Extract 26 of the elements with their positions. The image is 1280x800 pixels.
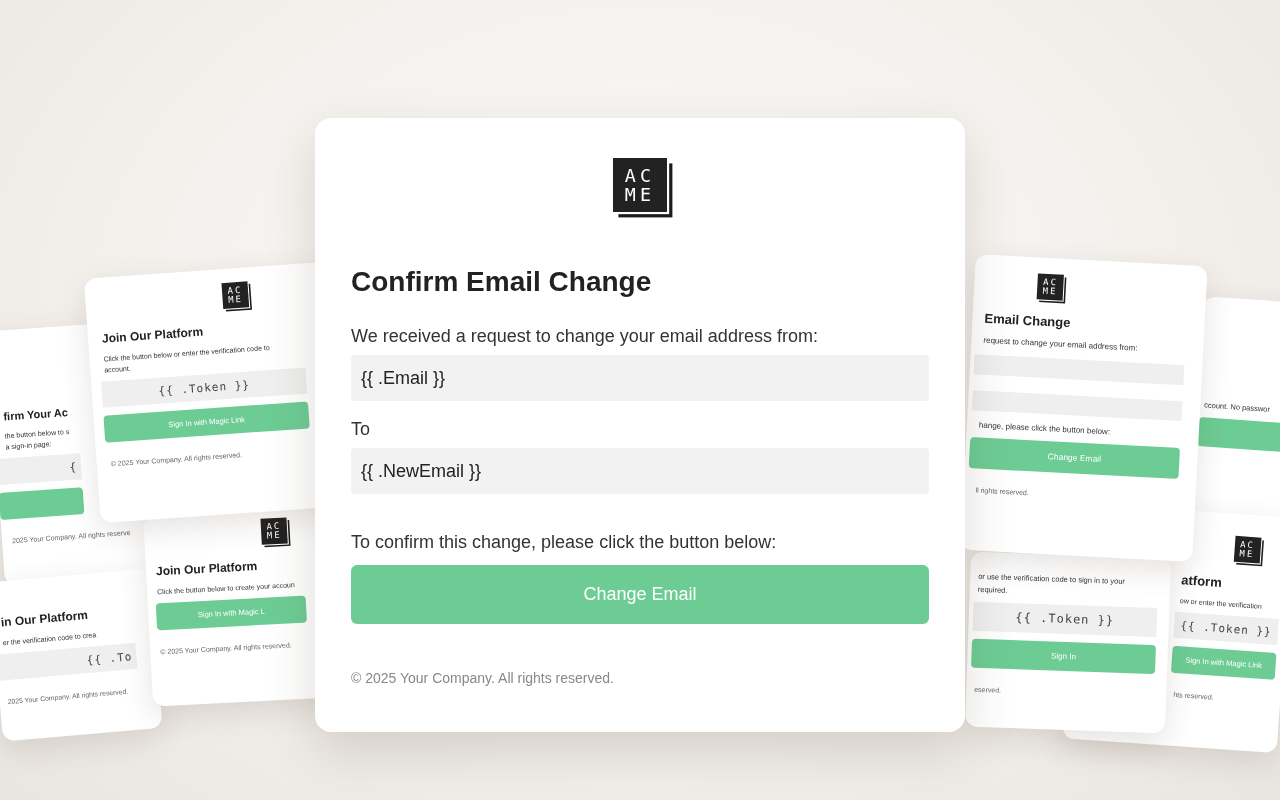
new-email-field: {{ .NewEmail }} (351, 448, 929, 494)
body-text: request to change your email address from: (983, 335, 1138, 353)
email-heading: Confirm Email Change (351, 266, 653, 298)
token-field: {{ .Token }} (1173, 611, 1279, 646)
change-email-button[interactable]: Change Email (351, 565, 929, 624)
email-heading: Email Change (984, 310, 1071, 331)
email-heading: Join Our Platform (101, 324, 204, 346)
intro-text: We received a request to change your email address from: (351, 326, 819, 347)
acme-logo: AC ME (260, 517, 288, 545)
action-button[interactable]: Change Email (968, 437, 1181, 479)
token-field: {{ .Token }} (972, 601, 1158, 637)
body-text: hange, please click the button below: (978, 420, 1111, 437)
acme-logo: AC ME (1233, 535, 1261, 564)
to-label: To (351, 419, 371, 440)
action-button[interactable] (0, 487, 85, 521)
instruction-text: To confirm this change, please click the button below: (351, 532, 778, 553)
email-heading: firm Your Ac (3, 406, 69, 423)
action-button[interactable]: Sign In (971, 638, 1156, 674)
email-heading: Join Our Platform (155, 559, 258, 579)
email-heading: atform (1180, 572, 1223, 590)
footer-text: © 2025 Your Company. All rights reserved. (351, 670, 615, 686)
acme-logo: AC ME (1036, 273, 1064, 301)
current-email-field: {{ .Email }} (351, 355, 929, 401)
acme-logo: AC ME (221, 281, 250, 310)
email-heading: in Our Platform (0, 607, 89, 630)
token-field: { (0, 453, 82, 486)
